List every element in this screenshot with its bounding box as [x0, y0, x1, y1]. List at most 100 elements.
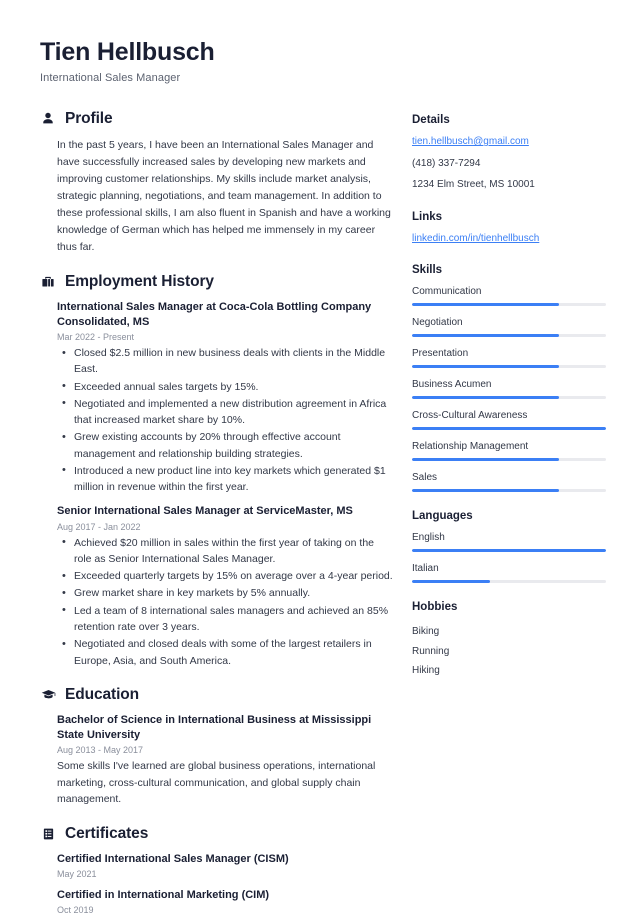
skill-item: Cross-Cultural Awareness [412, 409, 606, 430]
sidebar-skills-title: Skills [412, 264, 443, 276]
list-item: Exceeded quarterly targets by 15% on ave… [57, 568, 394, 585]
section-certificates: Certificates Certified International Sal… [40, 825, 394, 915]
certificate-entry-date: Oct 2019 [57, 905, 94, 915]
education-entry-title: Bachelor of Science in International Bus… [57, 713, 372, 741]
sidebar-section-skills: Skills Communication Negotiation Present… [412, 264, 606, 492]
resume-page: Tien Hellbusch International Sales Manag… [0, 0, 640, 915]
education-entry-description: Some skills I've learned are global busi… [57, 760, 376, 806]
address-value: 1234 Elm Street, MS 10001 [412, 179, 535, 190]
phone-value: (418) 337-7294 [412, 157, 481, 169]
section-profile: Profile In the past 5 years, I have been… [40, 110, 394, 256]
skill-label: Sales [412, 472, 438, 483]
language-meter-fill [412, 580, 490, 583]
employment-entry: Senior International Sales Manager at Se… [57, 504, 394, 668]
list-item: Grew market share in key markets by 5% a… [57, 585, 394, 602]
skill-meter-track [412, 334, 606, 337]
skill-label: Cross-Cultural Awareness [412, 410, 528, 421]
skill-meter-fill [412, 427, 606, 430]
language-item: Italian [412, 562, 606, 583]
skill-item: Communication [412, 285, 606, 306]
list-item: Negotiated and implemented a new distrib… [57, 395, 394, 429]
skill-label: Business Acumen [412, 379, 492, 390]
skill-label: Negotiation [412, 317, 463, 328]
list-item: Introduced a new product line into key m… [57, 462, 394, 496]
skill-meter-track [412, 458, 606, 461]
list-item: Negotiated and closed deals with some of… [57, 636, 394, 669]
skill-item: Sales [412, 471, 606, 492]
section-education-header: Education [40, 686, 394, 704]
skill-meter-fill [412, 334, 560, 337]
skill-item: Presentation [412, 347, 606, 368]
list-item: Achieved $20 million in sales within the… [57, 534, 394, 568]
employment-entry-title: International Sales Manager at Coca-Cola… [57, 300, 372, 328]
list-item: Exceeded annual sales targets by 15%. [57, 378, 394, 395]
sidebar-section-details: Details tien.hellbusch@gmail.com (418) 3… [412, 114, 606, 193]
resume-sidebar: Details tien.hellbusch@gmail.com (418) 3… [412, 38, 606, 885]
language-meter-fill [412, 549, 606, 552]
skill-item: Relationship Management [412, 440, 606, 461]
section-certificates-body: Certified International Sales Manager (C… [40, 852, 394, 915]
section-education: Education Bachelor of Science in Interna… [40, 686, 394, 808]
skill-meter-track [412, 303, 606, 306]
skill-meter-track [412, 396, 606, 399]
skill-item: Business Acumen [412, 378, 606, 399]
graduation-cap-icon [40, 687, 56, 703]
skill-meter-fill [412, 396, 560, 399]
list-item: Led a team of 8 international sales mana… [57, 602, 394, 636]
certificate-entry: Certified in International Marketing (CI… [57, 888, 394, 915]
sidebar-details-title: Details [412, 114, 450, 126]
section-certificates-title: Certificates [65, 824, 149, 842]
skill-meter-fill [412, 365, 560, 368]
section-education-body: Bachelor of Science in International Bus… [40, 713, 394, 808]
header-name-block: Tien Hellbusch International Sales Manag… [40, 38, 394, 84]
sidebar-section-hobbies: Hobbies Biking Running Hiking [412, 601, 606, 681]
sidebar-section-links: Links linkedin.com/in/tienhellbusch [412, 211, 606, 247]
hobby-item: Biking [412, 626, 440, 637]
certificate-entry-title: Certified International Sales Manager (C… [57, 852, 289, 865]
skill-label: Communication [412, 286, 482, 297]
section-profile-title: Profile [65, 109, 113, 127]
employment-entry-bullets: Achieved $20 million in sales within the… [57, 534, 394, 669]
skill-meter-fill [412, 303, 560, 306]
page-title: Tien Hellbusch [40, 38, 215, 66]
email-link[interactable]: tien.hellbusch@gmail.com [412, 135, 606, 150]
skill-meter-fill [412, 458, 560, 461]
sidebar-hobbies-title: Hobbies [412, 601, 458, 613]
sidebar-section-languages: Languages English Italian [412, 510, 606, 583]
education-entry: Bachelor of Science in International Bus… [57, 713, 394, 808]
section-employment-body: International Sales Manager at Coca-Cola… [40, 300, 394, 669]
section-employment-header: Employment History [40, 273, 394, 291]
skill-item: Negotiation [412, 316, 606, 337]
language-meter-track [412, 549, 606, 552]
skill-meter-track [412, 489, 606, 492]
skill-meter-fill [412, 489, 560, 492]
section-certificates-header: Certificates [40, 825, 394, 843]
section-profile-body: In the past 5 years, I have been an Inte… [40, 137, 394, 256]
list-item: Grew existing accounts by 20% through ef… [57, 429, 394, 462]
language-meter-track [412, 580, 606, 583]
skill-meter-track [412, 365, 606, 368]
language-label: English [412, 532, 445, 543]
briefcase-icon [40, 274, 56, 290]
hobby-item: Running [412, 645, 450, 657]
sidebar-links-title: Links [412, 210, 443, 223]
section-profile-header: Profile [40, 110, 394, 128]
education-entry-date: Aug 2013 - May 2017 [57, 745, 144, 756]
language-item: English [412, 531, 606, 552]
certificate-entry-date: May 2021 [57, 869, 97, 880]
hobby-item: Hiking [412, 665, 440, 676]
employment-entry: International Sales Manager at Coca-Cola… [57, 300, 394, 496]
employment-entry-title: Senior International Sales Manager at Se… [57, 505, 353, 518]
employment-entry-bullets: Closed $2.5 million in new business deal… [57, 345, 394, 495]
certificate-entry-title: Certified in International Marketing (CI… [57, 889, 270, 902]
profile-text: In the past 5 years, I have been an Inte… [57, 138, 391, 253]
list-item: Closed $2.5 million in new business deal… [57, 345, 394, 378]
certificate-entry: Certified International Sales Manager (C… [57, 852, 394, 879]
employment-entry-date: Mar 2022 - Present [57, 332, 135, 343]
section-employment-title: Employment History [65, 272, 214, 290]
linkedin-link[interactable]: linkedin.com/in/tienhellbusch [412, 232, 606, 247]
skill-label: Presentation [412, 348, 469, 359]
user-icon [40, 111, 56, 127]
header-job-title: International Sales Manager [40, 71, 181, 84]
section-education-title: Education [65, 685, 140, 703]
